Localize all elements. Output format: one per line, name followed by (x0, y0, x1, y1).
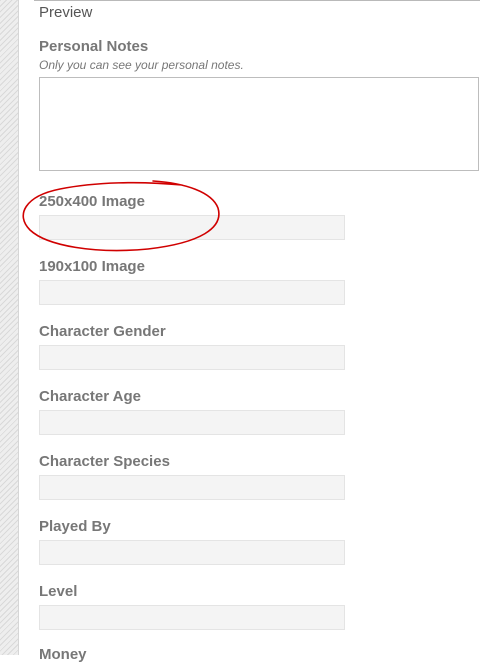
level-label: Level (39, 583, 78, 600)
preview-link[interactable]: Preview (39, 4, 92, 21)
page-side-pattern (0, 0, 18, 655)
personal-notes-hint: Only you can see your personal notes. (39, 58, 244, 72)
personal-notes-label: Personal Notes (39, 38, 149, 55)
image-250x400-label: 250x400 Image (39, 193, 145, 210)
image-190x100-input[interactable] (39, 280, 345, 305)
character-age-label: Character Age (39, 388, 141, 405)
character-species-label: Character Species (39, 453, 170, 470)
character-age-input[interactable] (39, 410, 345, 435)
level-input[interactable] (39, 605, 345, 630)
character-gender-label: Character Gender (39, 323, 166, 340)
character-species-input[interactable] (39, 475, 345, 500)
section-divider (34, 0, 480, 1)
image-190x100-label: 190x100 Image (39, 258, 145, 275)
played-by-label: Played By (39, 518, 111, 535)
personal-notes-textarea[interactable] (39, 77, 479, 171)
image-250x400-input[interactable] (39, 215, 345, 240)
character-gender-input[interactable] (39, 345, 345, 370)
played-by-input[interactable] (39, 540, 345, 565)
